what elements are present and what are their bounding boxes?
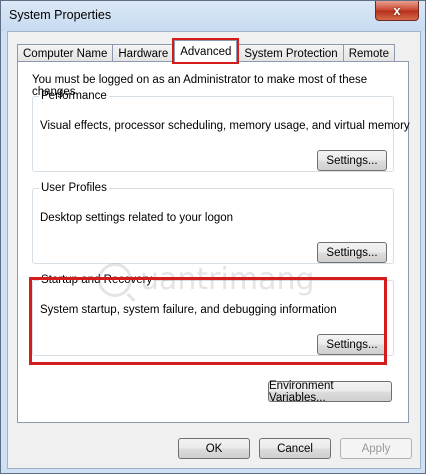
close-button[interactable]: x <box>375 1 419 21</box>
startup-recovery-settings-button[interactable]: Settings... <box>317 334 387 355</box>
performance-settings-button[interactable]: Settings... <box>317 150 387 171</box>
title-bar[interactable]: System Properties x <box>1 1 425 31</box>
advanced-tab-panel: You must be logged on as an Administrato… <box>17 61 410 423</box>
performance-description: Visual effects, processor scheduling, me… <box>40 120 410 132</box>
tab-system-protection[interactable]: System Protection <box>238 44 344 62</box>
performance-title: Performance <box>41 90 107 102</box>
watermark-text: uantrimang <box>140 262 315 297</box>
system-properties-window: System Properties x Computer Name Hardwa… <box>0 0 426 474</box>
window-title: System Properties <box>9 8 112 22</box>
tab-strip: Computer Name Hardware Advanced System P… <box>17 38 395 64</box>
tab-advanced[interactable]: Advanced <box>172 38 240 64</box>
watermark: uantrimang <box>98 262 315 297</box>
ok-button[interactable]: OK <box>178 438 250 459</box>
environment-variables-button[interactable]: Environment Variables... <box>268 380 392 404</box>
tab-computer-name[interactable]: Computer Name <box>17 44 114 62</box>
user-profiles-settings-button[interactable]: Settings... <box>317 242 387 263</box>
magnifier-icon <box>98 262 132 297</box>
user-profiles-title: User Profiles <box>41 182 107 194</box>
cancel-button[interactable]: Cancel <box>259 438 331 459</box>
apply-button[interactable]: Apply <box>340 438 412 459</box>
user-profiles-description: Desktop settings related to your logon <box>40 212 234 224</box>
startup-recovery-description: System startup, system failure, and debu… <box>40 304 337 316</box>
tab-hardware[interactable]: Hardware <box>112 44 175 62</box>
performance-group: Performance Visual effects, processor sc… <box>32 90 410 172</box>
close-icon: x <box>393 3 401 18</box>
tab-remote[interactable]: Remote <box>342 44 395 62</box>
dialog-client-area: Computer Name Hardware Advanced System P… <box>7 31 421 469</box>
user-profiles-group: User Profiles Desktop settings related t… <box>32 182 394 264</box>
